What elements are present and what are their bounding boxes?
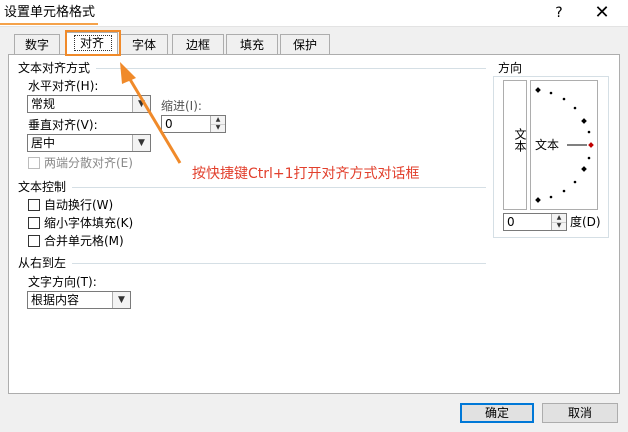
- cancel-button[interactable]: 取消: [542, 403, 618, 423]
- annotation-arrow: [120, 62, 182, 164]
- annotation-text: 按快捷键Ctrl+1打开对齐方式对话框: [192, 166, 420, 182]
- ok-button[interactable]: 确定: [460, 403, 534, 423]
- tab-focus-rect: [74, 35, 112, 51]
